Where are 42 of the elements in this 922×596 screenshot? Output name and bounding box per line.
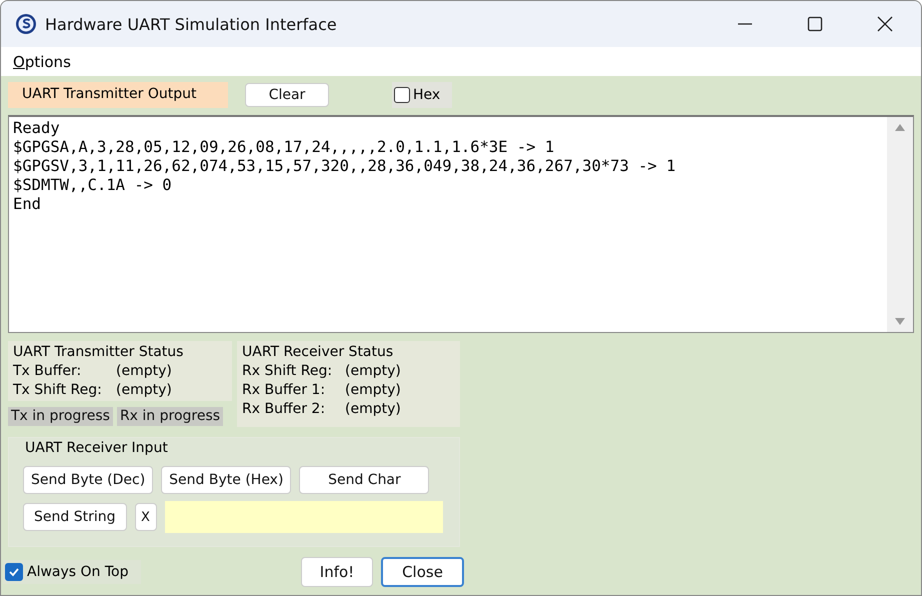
send-string-button[interactable]: Send String [23, 503, 126, 531]
output-line: $SDMTW,,C.1A -> 0 [13, 176, 173, 195]
clear-button[interactable]: Clear [245, 83, 329, 107]
output-line: Ready [13, 119, 61, 138]
output-line: $GPGSA,A,3,28,05,12,09,26,08,17,24,,,,,2.0,1.1,1.6*3E -> 1 [13, 138, 556, 157]
window-title: Hardware UART Simulation Interface [45, 14, 337, 34]
status-value: (empty) [116, 381, 172, 400]
progress-indicator: Rx in progress [116, 407, 224, 426]
send-button[interactable]: Send Byte (Dec) [23, 466, 154, 494]
output-label: UART Transmitter Output [8, 82, 228, 108]
status-label: Rx Buffer 1: [242, 381, 326, 400]
status-label: Tx Buffer: [13, 362, 82, 381]
output-line: $GPGSV,3,1,11,26,62,074,53,15,57,320,,28,36,049,38,24,36,267,30*73 -> 1 [13, 157, 677, 176]
panel-title: UART Receiver Status [242, 343, 394, 362]
app-logo-icon [15, 13, 37, 35]
output-text-area[interactable]: Ready $GPGSA,A,3,28,05,12,09,26,08,17,24,,,,,2.0,1.1,1.6*3E -> 1 $GPGSV,3,1,11,26,62,074,53,15,57,320,,28,36,049,38,24,36,267,30*73 -> 1 $SDMTW,,C.1A -> 0 End [8, 115, 914, 333]
input-field[interactable] [164, 501, 442, 533]
status-label: Rx Buffer 2: [242, 400, 326, 419]
output-line: End [13, 195, 42, 214]
send-button[interactable]: Send Char [299, 466, 430, 494]
scroll-up-icon[interactable] [895, 123, 905, 131]
status-value: (empty) [345, 381, 401, 400]
hex-checkbox[interactable]: Hex [392, 82, 452, 108]
dialog-button[interactable]: Close [381, 557, 464, 587]
status-label: Rx Shift Reg: [242, 362, 334, 381]
group-title: UART Receiver Input [25, 440, 169, 456]
scroll-down-icon[interactable] [895, 318, 905, 326]
dialog-button[interactable]: Info! [301, 557, 373, 587]
progress-indicator: Tx in progress [8, 407, 113, 426]
send-button[interactable]: Send Byte (Hex) [161, 466, 292, 494]
close-icon[interactable] [877, 16, 893, 32]
status-label: Tx Shift Reg: [13, 381, 103, 400]
status-value: (empty) [116, 362, 172, 381]
status-value: (empty) [345, 400, 401, 419]
status-value: (empty) [345, 362, 401, 381]
maximize-icon[interactable] [807, 16, 823, 32]
check-icon [8, 566, 20, 578]
always-on-top-checkbox[interactable]: Always On Top [3, 560, 140, 584]
menu-item[interactable]: Options [13, 52, 71, 70]
clear-input-button[interactable]: X [134, 503, 156, 531]
scrollbar[interactable] [887, 117, 913, 332]
panel-title: UART Transmitter Status [13, 343, 184, 362]
